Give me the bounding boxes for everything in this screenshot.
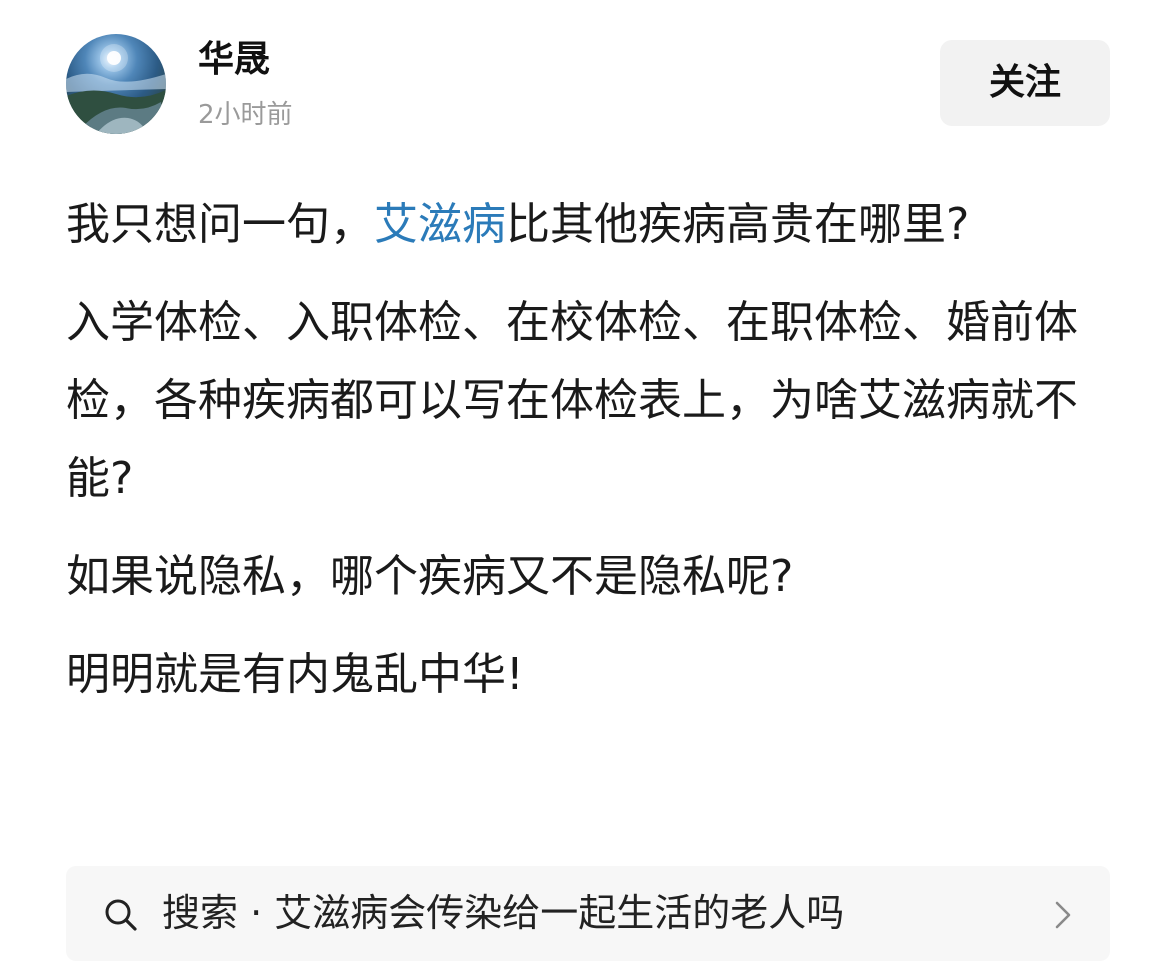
- follow-button[interactable]: 关注: [940, 40, 1110, 126]
- moonlit-landscape-avatar-icon: [66, 44, 166, 134]
- post-paragraph: 我只想问一句，艾滋病比其他疾病高贵在哪里?: [66, 186, 1126, 264]
- author-name[interactable]: 华晟: [198, 38, 270, 82]
- search-suggestion-text: 搜索 · 艾滋病会传染给一起生活的老人吗: [162, 891, 845, 935]
- post-paragraph: 明明就是有内鬼乱中华!: [66, 649, 524, 700]
- post-paragraph: 入学体检、入职体检、在校体检、在职体检、婚前体检，各种疾病都可以写在体检表上，为…: [66, 297, 1078, 504]
- topic-link-aids[interactable]: 艾滋病: [374, 199, 506, 250]
- paragraph-text: 我只想问一句，: [66, 199, 374, 250]
- chevron-right-icon: [1055, 901, 1071, 929]
- related-search-suggestion[interactable]: 搜索 · 艾滋病会传染给一起生活的老人吗: [66, 866, 1110, 961]
- post-timestamp: 2小时前: [198, 100, 293, 130]
- paragraph-text: 比其他疾病高贵在哪里?: [506, 199, 970, 250]
- post-paragraph: 如果说隐私，哪个疾病又不是隐私呢?: [66, 551, 794, 602]
- avatar[interactable]: [66, 34, 166, 134]
- post-content: 我只想问一句，艾滋病比其他疾病高贵在哪里? 入学体检、入职体检、在校体检、在职体…: [66, 186, 1126, 734]
- search-icon: [105, 899, 137, 931]
